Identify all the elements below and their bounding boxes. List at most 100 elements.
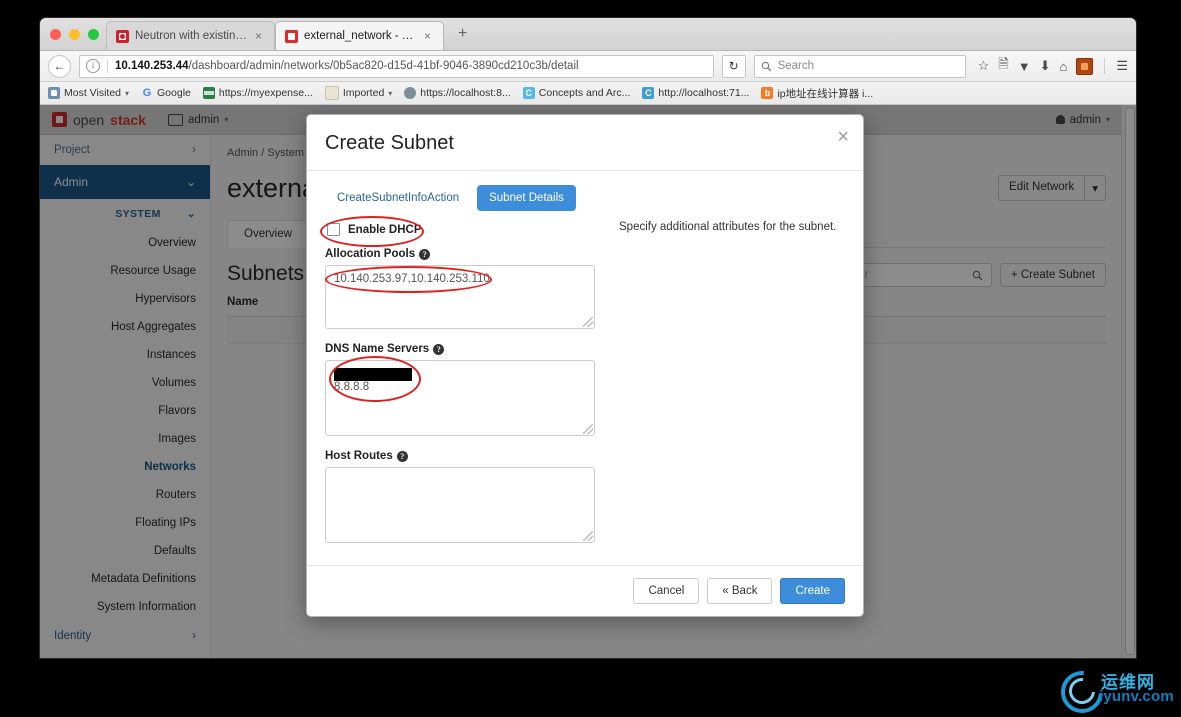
browser-toolbar-icons: ☆ 🗎 ▼ ⬇ ⌂ ☰ [974, 55, 1128, 77]
modal-hint: Specify additional attributes for the su… [619, 221, 837, 233]
back-button[interactable]: « Back [707, 578, 773, 604]
bookmark-imported[interactable]: Imported ▾ [324, 86, 393, 100]
star-icon[interactable]: ☆ [978, 58, 990, 74]
bookmark-localhost71[interactable]: C http://localhost:71... [642, 87, 749, 99]
create-subnet-modal: Create Subnet × CreateSubnetInfoAction S… [306, 114, 864, 617]
page-viewport: open stack admin ▾ admin ▾ Project › Adm… [40, 105, 1136, 658]
watermark: 运维网 iyunv.com [1052, 662, 1174, 717]
search-icon [761, 61, 772, 71]
page-info-icon[interactable]: i [86, 59, 100, 73]
create-button[interactable]: Create [780, 578, 845, 604]
modal-form-column: CreateSubnetInfoAction Subnet Details En… [320, 185, 595, 557]
close-icon[interactable]: × [837, 127, 849, 147]
host-routes-label: Host Routes ? [325, 450, 595, 462]
help-icon[interactable]: ? [396, 450, 408, 462]
browser-navbar: ← i 10.140.253.44/dashboard/admin/networ… [40, 51, 1136, 82]
bookmark-localhost8[interactable]: https://localhost:8... [404, 87, 511, 99]
bookmark-localhost71-label: http://localhost:71... [658, 87, 750, 99]
tab-create-subnet-info-action[interactable]: CreateSubnetInfoAction [325, 185, 471, 211]
chevron-down-icon: ▾ [125, 88, 130, 98]
dns-name-servers-label-text: DNS Name Servers [325, 343, 430, 355]
home-icon[interactable]: ⌂ [1059, 59, 1067, 74]
hamburger-menu-icon[interactable]: ☰ [1116, 58, 1128, 74]
bookmark-myexpense[interactable]: https://myexpense... [202, 87, 313, 99]
help-icon[interactable]: ? [419, 248, 431, 260]
dns-name-servers-label: DNS Name Servers ? [325, 343, 595, 355]
browser-tab-2-close-icon[interactable]: × [422, 30, 431, 42]
modal-footer: Cancel « Back Create [307, 565, 863, 616]
resize-grip-icon[interactable] [583, 317, 593, 327]
url-text: 10.140.253.44/dashboard/admin/networks/0… [115, 60, 579, 72]
modal-body: CreateSubnetInfoAction Subnet Details En… [307, 171, 863, 565]
folder-icon [324, 86, 339, 100]
close-window-button[interactable] [50, 29, 61, 40]
tab-subnet-details[interactable]: Subnet Details [477, 185, 576, 211]
address-bar[interactable]: i 10.140.253.44/dashboard/admin/networks… [79, 54, 714, 78]
confluence-icon: C [642, 87, 655, 99]
bookmark-most-visited[interactable]: Most Visited ▾ [48, 87, 129, 99]
minimize-window-button[interactable] [69, 29, 80, 40]
confluence-icon: C [522, 87, 535, 99]
maximize-window-button[interactable] [88, 29, 99, 40]
reload-icon[interactable]: ↻ [721, 54, 746, 78]
bookmark-google[interactable]: G Google [141, 87, 191, 99]
extension-icon[interactable] [1076, 57, 1094, 75]
resize-grip-icon[interactable] [583, 531, 593, 541]
pocket-icon[interactable]: ▼ [1018, 59, 1031, 74]
browser-tab-1[interactable]: Neutron with existing exter... × [106, 21, 275, 50]
back-button[interactable]: ← [48, 54, 71, 78]
bookmark-concepts[interactable]: C Concepts and Arc... [522, 87, 631, 99]
browser-tabstrip: Neutron with existing exter... × externa… [40, 18, 1136, 51]
bookmark-concepts-label: Concepts and Arc... [538, 87, 631, 99]
reading-list-icon[interactable]: 🗎 [998, 55, 1008, 77]
host-routes-wrap [325, 467, 595, 543]
cancel-button[interactable]: Cancel [633, 578, 700, 604]
dns-name-servers-wrap: 8.8.8.8 [325, 356, 595, 436]
download-icon[interactable]: ⬇ [1040, 58, 1051, 74]
modal-tabs: CreateSubnetInfoAction Subnet Details [325, 185, 595, 211]
browser-tab-2-title: external_network - OpenSt... [304, 30, 416, 42]
openstack-favicon [285, 29, 298, 43]
browser-tab-1-close-icon[interactable]: × [253, 30, 262, 42]
enable-dhcp-label: Enable DHCP [348, 223, 422, 236]
new-tab-button[interactable]: + [450, 25, 475, 47]
globe-icon [404, 87, 417, 99]
neutron-favicon [116, 29, 129, 43]
resize-grip-icon[interactable] [583, 424, 593, 434]
dns-name-servers-input[interactable]: 8.8.8.8 [325, 360, 595, 436]
help-icon[interactable]: ? [433, 343, 445, 355]
enable-dhcp-checkbox[interactable] [327, 223, 340, 236]
url-host: 10.140.253.44 [115, 60, 189, 72]
google-icon: G [142, 87, 152, 99]
bookmark-localhost8-label: https://localhost:8... [420, 87, 511, 99]
toolbar-divider [1104, 58, 1106, 74]
myexpense-icon [202, 87, 215, 99]
bookmark-imported-label: Imported [342, 87, 385, 99]
redaction-bar [334, 368, 412, 381]
bookmark-ip-tool-label: ip地址在线计算器 i... [777, 87, 874, 100]
bookmark-ip-tool[interactable]: b ip地址在线计算器 i... [761, 86, 873, 101]
url-divider [107, 59, 108, 73]
enable-dhcp-row[interactable]: Enable DHCP [320, 216, 595, 247]
allocation-pools-wrap: 10.140.253.97,10.140.253.110 [325, 265, 595, 329]
browser-tab-2[interactable]: external_network - OpenSt... × [275, 21, 444, 50]
most-visited-icon [48, 87, 60, 99]
url-path: /dashboard/admin/networks/0b5ac820-d15d-… [188, 60, 579, 72]
modal-header: Create Subnet × [307, 115, 863, 171]
chevron-down-icon: ▾ [388, 88, 393, 98]
host-routes-label-text: Host Routes [325, 450, 393, 462]
bookmark-myexpense-label: https://myexpense... [218, 87, 313, 99]
bookmark-google-label: Google [157, 87, 191, 99]
window-controls[interactable] [50, 29, 99, 40]
allocation-pools-input[interactable]: 10.140.253.97,10.140.253.110 [325, 265, 595, 329]
dns-name-servers-value: 8.8.8.8 [334, 381, 370, 393]
browser-window: Neutron with existing exter... × externa… [40, 18, 1136, 658]
bookmark-most-visited-label: Most Visited [64, 87, 121, 99]
host-routes-input[interactable] [325, 467, 595, 543]
watermark-domain: iyunv.com [1099, 688, 1174, 705]
browser-search-input[interactable]: Search [753, 54, 966, 78]
bookmarks-bar: Most Visited ▾ G Google https://myexpens… [40, 82, 1136, 105]
ip-tool-icon: b [761, 87, 774, 99]
screen: Neutron with existing exter... × externa… [0, 0, 1181, 717]
allocation-pools-label-text: Allocation Pools [325, 248, 416, 260]
